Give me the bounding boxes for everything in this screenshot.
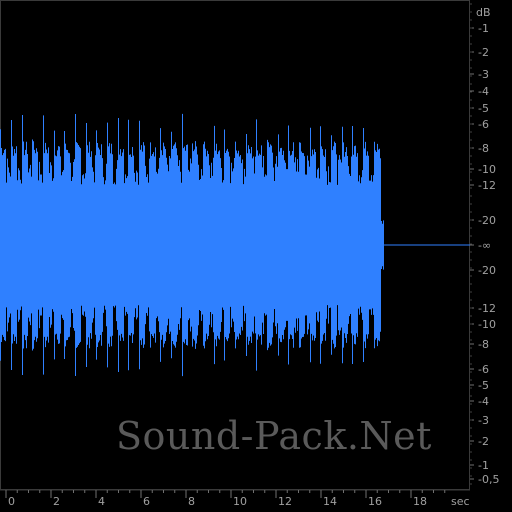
time-tick-6: 6 [143,495,150,508]
db-tick-upper-9: -20 [478,214,496,227]
time-tick-10: 10 [233,495,247,508]
db-tick-upper-8: -12 [478,179,496,192]
time-tick-18: 18 [413,495,427,508]
db-tick-lower-1: -12 [478,302,496,315]
db-tick-lower-7: -3 [478,414,489,427]
time-tick-4: 4 [98,495,105,508]
db-tick-lower-5: -5 [478,379,489,392]
watermark: Sound-Pack.Net [116,414,432,458]
time-tick-0: 0 [8,495,15,508]
db-tick-upper-4: -5 [478,102,489,115]
db-tick-lower-10: -0,5 [478,473,499,486]
db-tick-lower-9: -1 [478,459,489,472]
db-tick-upper-2: -3 [478,68,489,81]
time-tick-8: 8 [188,495,195,508]
time-tick-14: 14 [323,495,337,508]
db-tick-upper-6: -8 [478,142,489,155]
db-tick-upper-3: -4 [478,85,489,98]
db-tick-lower-4: -6 [478,363,489,376]
waveform-editor: dB -1 -2 -3 -4 -5 -6 -8 -10 -12 -20 -∞ -20 -12 -10 -8 -6… [0,0,512,512]
db-tick-lower-3: -8 [478,338,489,351]
db-tick-lower-0: -20 [478,264,496,277]
time-tick-2: 2 [53,495,60,508]
db-tick-lower-8: -2 [478,435,489,448]
db-tick-upper-7: -10 [478,163,496,176]
waveform-tail [381,241,384,249]
db-tick-upper-0: -1 [478,22,489,35]
time-unit-label: sec [451,495,470,508]
db-tick-upper-1: -2 [478,46,489,59]
time-tick-16: 16 [368,495,382,508]
waveform-center-band [0,239,384,251]
db-tick-upper-5: -6 [478,118,489,131]
db-unit-label: dB [476,6,491,19]
time-tick-12: 12 [278,495,292,508]
db-tick-lower-6: -4 [478,395,489,408]
db-tick-center: -∞ [478,239,491,252]
db-tick-lower-2: -10 [478,318,496,331]
